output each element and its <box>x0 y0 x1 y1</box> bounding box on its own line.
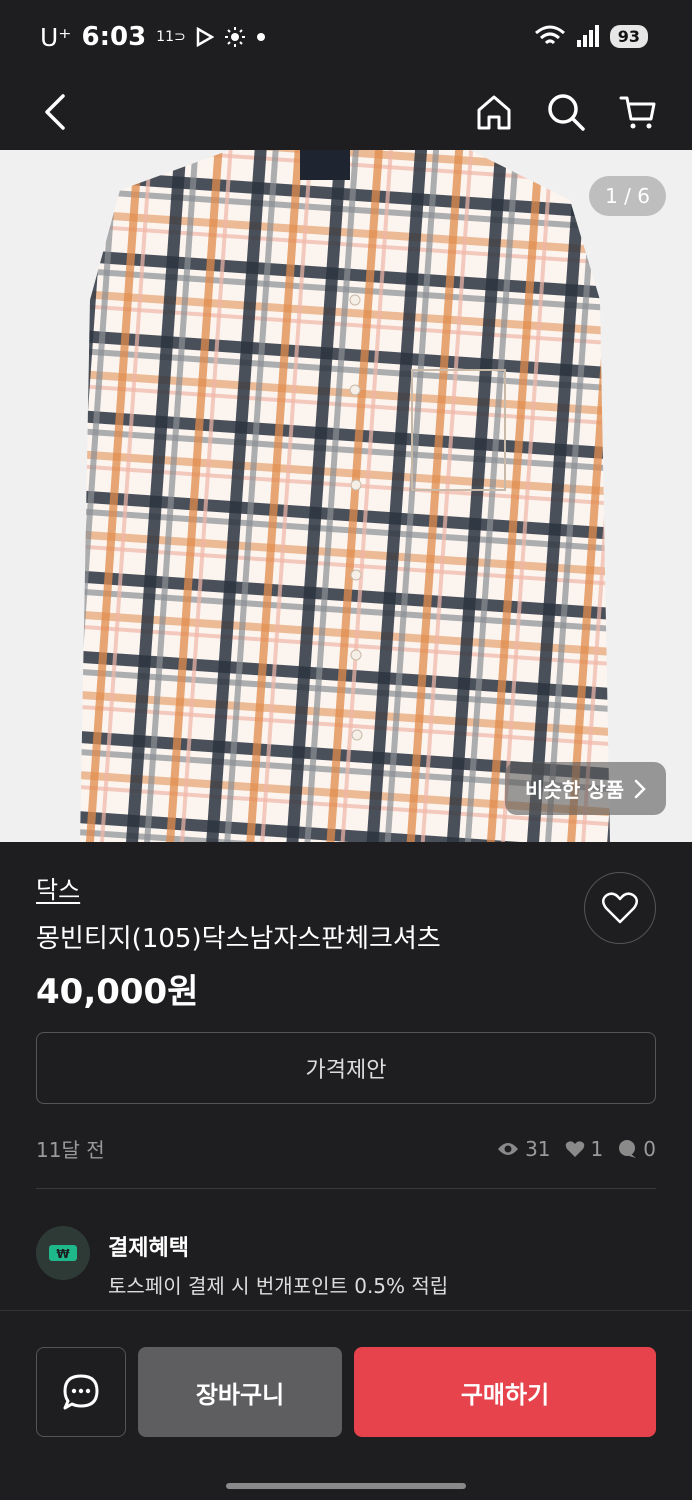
home-indicator[interactable] <box>226 1483 466 1489</box>
chevron-left-icon <box>45 94 65 130</box>
dot-icon <box>256 33 265 41</box>
home-icon <box>477 95 511 130</box>
buy-button[interactable]: 구매하기 <box>354 1347 656 1437</box>
bottom-action-bar: 장바구니 구매하기 <box>0 1310 692 1500</box>
status-bar: U⁺ 6:03 11⊃ 93 <box>0 0 692 76</box>
won-icon: ₩ <box>36 1226 90 1280</box>
divider <box>36 1188 656 1189</box>
product-image[interactable]: 1 / 6 비슷한 상품 <box>0 150 692 842</box>
product-info: 닥스 몽빈티지(105)닥스남자스판체크셔츠 40,000원 가격제안 11달 … <box>0 842 692 1310</box>
payment-benefit-title: 결제혜택 <box>108 1236 189 1261</box>
status-time: 6:03 <box>81 22 147 52</box>
carrier-label: U⁺ <box>40 22 72 52</box>
eye-icon <box>498 1142 519 1155</box>
back-button[interactable] <box>26 84 82 140</box>
payment-benefit-description: 토스페이 결제 시 번개포인트 0.5% 적립 <box>108 1274 449 1298</box>
posted-time: 11달 전 <box>36 1138 105 1162</box>
view-count: 31 <box>497 1136 551 1161</box>
product-stats: 31 1 0 <box>497 1134 656 1163</box>
similar-products-button[interactable]: 비슷한 상품 <box>505 762 666 815</box>
search-icon <box>548 94 585 131</box>
search-button[interactable] <box>538 84 594 140</box>
chat-icon <box>63 1374 99 1410</box>
like-button[interactable] <box>584 872 656 944</box>
image-counter: 1 / 6 <box>589 176 666 216</box>
similar-products-label: 비슷한 상품 <box>525 778 624 802</box>
shirt-photo <box>0 150 692 842</box>
home-button[interactable] <box>466 84 522 140</box>
network-indicator: 11⊃ <box>156 29 186 45</box>
product-title: 몽빈티지(105)닥스남자스판체크셔츠 <box>36 924 441 954</box>
brand-link[interactable]: 닥스 <box>36 870 80 905</box>
signal-icon <box>576 25 599 47</box>
price-offer-button[interactable]: 가격제안 <box>36 1032 656 1104</box>
chat-button[interactable] <box>36 1347 126 1437</box>
heart-small-icon <box>565 1140 584 1157</box>
chat-count: 0 <box>617 1137 656 1161</box>
svg-text:₩: ₩ <box>56 1247 70 1261</box>
battery-level: 93 <box>609 24 648 48</box>
chat-count-value: 0 <box>643 1136 656 1161</box>
sun-icon <box>224 27 245 47</box>
like-count-value: 1 <box>590 1136 604 1161</box>
add-to-cart-button[interactable]: 장바구니 <box>138 1347 342 1437</box>
top-nav <box>0 76 692 150</box>
chat-bubble-icon <box>619 1139 637 1158</box>
product-price: 40,000원 <box>36 972 199 1012</box>
cart-button[interactable] <box>610 84 666 140</box>
product-meta: 11달 전 31 1 0 <box>36 1134 656 1163</box>
heart-icon <box>602 892 638 924</box>
like-count: 1 <box>565 1136 604 1161</box>
wifi-icon <box>534 25 565 45</box>
play-icon <box>196 27 214 47</box>
chevron-right-icon <box>634 779 646 798</box>
cart-icon <box>619 96 656 129</box>
view-count-value: 31 <box>525 1136 551 1161</box>
